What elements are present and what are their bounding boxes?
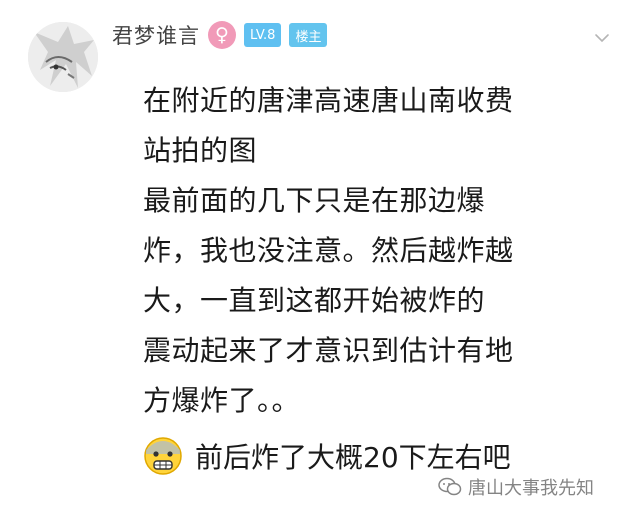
post-text-line: 前后炸了大概20下左右吧 <box>195 441 511 474</box>
post-text-line: 方爆炸了。。 <box>143 384 301 417</box>
post-text-line: 震动起来了才意识到估计有地 <box>143 334 514 367</box>
post-text-line: 炸，我也没注意。然后越炸越 <box>143 234 514 267</box>
wechat-icon <box>438 477 462 496</box>
avatar[interactable] <box>28 22 98 92</box>
post-text-line: 站拍的图 <box>143 134 258 167</box>
post-text-line: 最前面的几下只是在那边爆 <box>143 184 486 217</box>
watermark: 唐山大事我先知 <box>438 474 594 500</box>
post-last-line: 前后炸了大概20下左右吧 <box>143 436 511 476</box>
post-content: 在附近的唐津高速唐山南收费 站拍的图 最前面的几下只是在那边爆 炸，我也没注意。… <box>143 76 613 426</box>
post-header: 君梦谁言 ♀ LV.8 楼主 <box>112 18 328 52</box>
avatar-image <box>28 22 98 92</box>
post-text-line: 在附近的唐津高速唐山南收费 <box>143 84 514 117</box>
female-icon: ♀ <box>208 21 236 49</box>
fearful-face-icon <box>144 437 182 475</box>
watermark-text: 唐山大事我先知 <box>468 478 594 499</box>
chevron-down-icon[interactable] <box>594 30 610 46</box>
post-text-line: 大，一直到这都开始被炸的 <box>143 284 486 317</box>
level-badge: LV.8 <box>244 23 282 47</box>
username[interactable]: 君梦谁言 <box>112 20 200 50</box>
op-badge: 楼主 <box>289 23 328 47</box>
